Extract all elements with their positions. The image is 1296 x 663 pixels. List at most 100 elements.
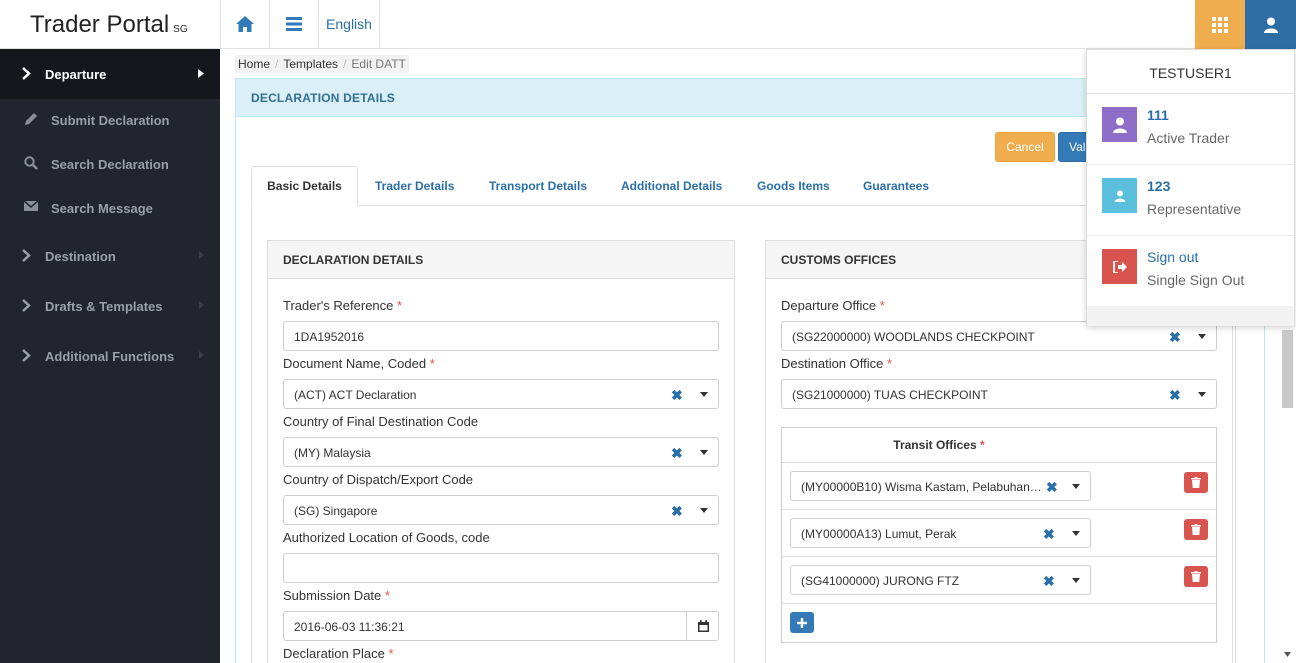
calendar-icon bbox=[697, 620, 709, 632]
breadcrumb-current: Edit DATT bbox=[351, 57, 406, 71]
tab-basic-details[interactable]: Basic Details bbox=[251, 166, 358, 206]
trash-icon bbox=[1191, 477, 1201, 488]
calendar-button[interactable] bbox=[686, 612, 718, 640]
brand-region: SG bbox=[173, 24, 188, 35]
transit-row: (MY00000A13) Lumut, Perak ✖ bbox=[782, 510, 1216, 557]
menu-toggle-button[interactable] bbox=[269, 0, 318, 48]
sign-out-link[interactable]: Sign out bbox=[1147, 249, 1198, 265]
select-value: (MY00000A13) Lumut, Perak bbox=[801, 527, 957, 541]
clear-icon[interactable]: ✖ bbox=[671, 387, 683, 404]
transit-row: (SG41000000) JURONG FTZ ✖ bbox=[782, 557, 1216, 604]
brand-title: Trader Portal bbox=[30, 11, 170, 38]
caret-down-icon[interactable] bbox=[1072, 578, 1080, 583]
add-transit-office-button[interactable] bbox=[790, 612, 814, 633]
delete-row-button[interactable] bbox=[1184, 472, 1208, 493]
sidebar-item-label: Destination bbox=[45, 248, 116, 264]
field-label: Country of Final Destination Code bbox=[283, 414, 479, 429]
sidebar-item-destination[interactable]: Destination bbox=[0, 234, 220, 278]
tab-bar: Basic Details Trader Details Transport D… bbox=[251, 166, 1231, 206]
sidebar-item-label: Search Message bbox=[51, 200, 153, 216]
user-icon bbox=[1102, 107, 1137, 142]
transit-office-select[interactable]: (MY00000B10) Wisma Kastam, Pelabuhan… ✖ bbox=[790, 471, 1091, 501]
trader-role: Active Trader bbox=[1147, 130, 1230, 146]
transit-office-select[interactable]: (MY00000A13) Lumut, Perak ✖ bbox=[790, 518, 1091, 548]
tab-goods-items[interactable]: Goods Items bbox=[757, 166, 830, 206]
field-label: Submission Date * bbox=[283, 588, 390, 603]
user-icon bbox=[1263, 17, 1278, 33]
caret-down-icon[interactable] bbox=[1198, 392, 1206, 397]
user-name: TESTUSER1 bbox=[1087, 50, 1294, 94]
breadcrumb-templates[interactable]: Templates bbox=[283, 57, 338, 71]
clear-icon[interactable]: ✖ bbox=[671, 445, 683, 462]
representative-role: Representative bbox=[1147, 201, 1242, 217]
select-value: (MY) Malaysia bbox=[294, 446, 371, 460]
clear-icon[interactable]: ✖ bbox=[1169, 387, 1181, 404]
trash-icon bbox=[1191, 571, 1201, 582]
sidebar-item-label: Additional Functions bbox=[45, 348, 175, 364]
pencil-icon bbox=[25, 113, 37, 125]
caret-down-icon[interactable] bbox=[700, 392, 708, 397]
tab-trader-details[interactable]: Trader Details bbox=[375, 166, 454, 206]
caret-right-icon bbox=[199, 351, 204, 359]
sidebar-item-submit-declaration[interactable]: Submit Declaration bbox=[0, 98, 220, 142]
submission-date-input[interactable]: 2016-06-03 11:36:21 bbox=[283, 611, 719, 641]
chevron-right-icon bbox=[22, 67, 31, 80]
tab-additional-details[interactable]: Additional Details bbox=[621, 166, 722, 206]
scroll-down-arrow-icon[interactable] bbox=[1284, 652, 1291, 657]
breadcrumb-separator: / bbox=[343, 57, 347, 71]
document-name-select[interactable]: (ACT) ACT Declaration ✖ bbox=[283, 379, 719, 409]
brand-logo[interactable]: Trader Portal SG bbox=[0, 0, 220, 49]
select-value: (MY00000B10) Wisma Kastam, Pelabuhan… bbox=[801, 480, 1042, 494]
authorized-location-input[interactable] bbox=[283, 553, 719, 583]
chevron-right-icon bbox=[22, 249, 31, 262]
field-label: Country of Dispatch/Export Code bbox=[283, 472, 474, 487]
caret-down-icon[interactable] bbox=[1198, 334, 1206, 339]
menu-item-representative[interactable]: 123 Representative bbox=[1087, 165, 1294, 236]
page-scrollbar[interactable] bbox=[1282, 330, 1293, 663]
menu-item-sign-out[interactable]: Sign out Single Sign Out bbox=[1087, 236, 1294, 307]
transit-office-select[interactable]: (SG41000000) JURONG FTZ ✖ bbox=[790, 565, 1091, 595]
sidebar-item-label: Departure bbox=[45, 66, 107, 82]
clear-icon[interactable]: ✖ bbox=[1169, 329, 1181, 346]
language-selector[interactable]: English bbox=[318, 0, 380, 48]
delete-row-button[interactable] bbox=[1184, 519, 1208, 540]
tab-guarantees[interactable]: Guarantees bbox=[863, 166, 929, 206]
select-value: (SG22000000) WOODLANDS CHECKPOINT bbox=[792, 330, 1035, 344]
delete-row-button[interactable] bbox=[1184, 566, 1208, 587]
select-value: (SG21000000) TUAS CHECKPOINT bbox=[792, 388, 988, 402]
sidebar-item-label: Submit Declaration bbox=[51, 112, 170, 128]
chevron-right-icon bbox=[22, 299, 31, 312]
scrollbar-thumb[interactable] bbox=[1282, 330, 1293, 408]
country-dispatch-select[interactable]: (SG) Singapore ✖ bbox=[283, 495, 719, 525]
caret-down-icon[interactable] bbox=[700, 508, 708, 513]
sidebar-item-label: Drafts & Templates bbox=[45, 298, 163, 314]
caret-down-icon[interactable] bbox=[700, 450, 708, 455]
caret-down-icon[interactable] bbox=[1072, 531, 1080, 536]
select-value: (SG41000000) JURONG FTZ bbox=[801, 574, 960, 588]
user-menu-button[interactable] bbox=[1245, 0, 1296, 49]
dropdown-footer bbox=[1087, 306, 1294, 326]
tab-transport-details[interactable]: Transport Details bbox=[489, 166, 587, 206]
field-label: Authorized Location of Goods, code bbox=[283, 530, 490, 545]
sidebar-item-search-declaration[interactable]: Search Declaration bbox=[0, 142, 220, 186]
apps-button[interactable] bbox=[1195, 0, 1245, 49]
caret-down-icon[interactable] bbox=[1072, 484, 1080, 489]
transit-row: (MY00000B10) Wisma Kastam, Pelabuhan… ✖ bbox=[782, 463, 1216, 510]
breadcrumb-home[interactable]: Home bbox=[238, 57, 270, 71]
menu-item-active-trader[interactable]: 111 Active Trader bbox=[1087, 94, 1294, 165]
traders-reference-input[interactable]: 1DA1952016 bbox=[283, 321, 719, 351]
sidebar-item-departure[interactable]: Departure bbox=[0, 49, 220, 99]
clear-icon[interactable]: ✖ bbox=[1043, 526, 1055, 543]
sidebar-item-search-message[interactable]: Search Message bbox=[0, 186, 220, 230]
clear-icon[interactable]: ✖ bbox=[671, 503, 683, 520]
home-icon bbox=[236, 16, 254, 32]
country-destination-select[interactable]: (MY) Malaysia ✖ bbox=[283, 437, 719, 467]
destination-office-select[interactable]: (SG21000000) TUAS CHECKPOINT ✖ bbox=[781, 379, 1217, 409]
clear-icon[interactable]: ✖ bbox=[1043, 573, 1055, 590]
home-button[interactable] bbox=[220, 0, 269, 48]
sidebar-item-additional-functions[interactable]: Additional Functions bbox=[0, 334, 220, 378]
search-icon bbox=[24, 156, 38, 170]
cancel-button[interactable]: Cancel bbox=[995, 132, 1055, 162]
sidebar-item-drafts-templates[interactable]: Drafts & Templates bbox=[0, 284, 220, 328]
clear-icon[interactable]: ✖ bbox=[1043, 479, 1058, 496]
